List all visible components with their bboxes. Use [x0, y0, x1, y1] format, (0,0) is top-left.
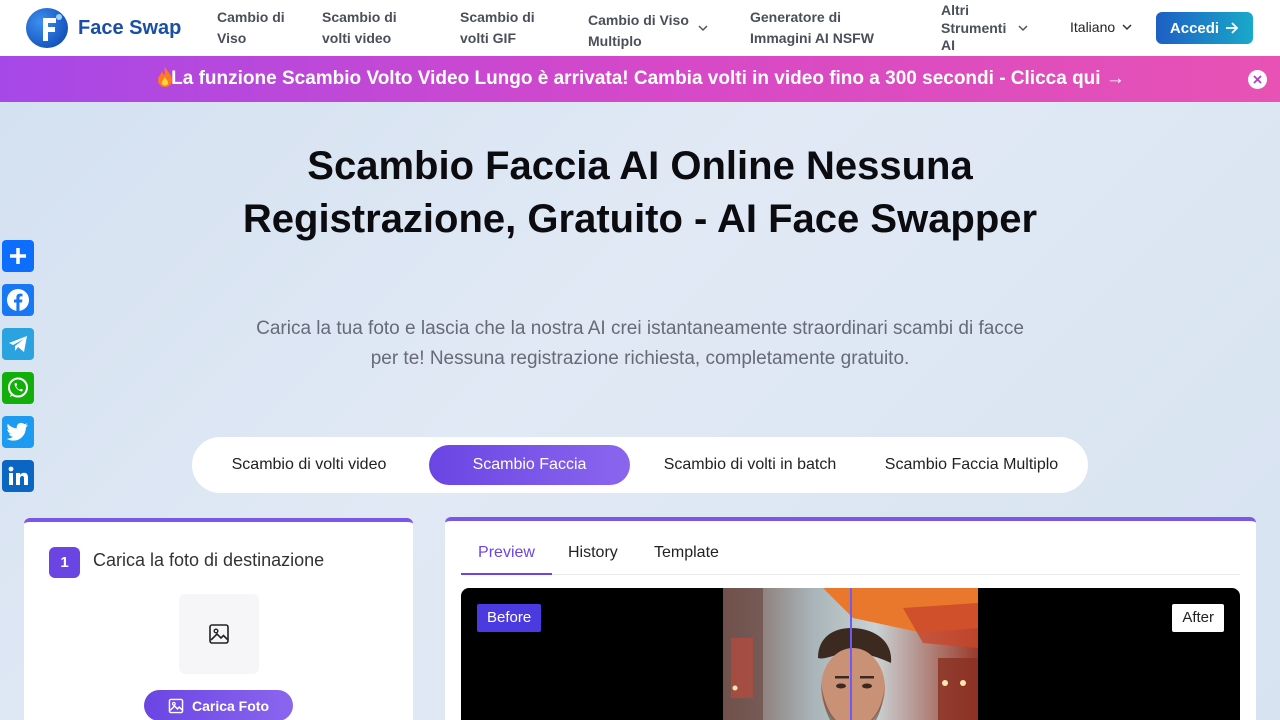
- language-label: Italiano: [1070, 19, 1116, 35]
- tab-video-face-swap[interactable]: Scambio di volti video: [209, 445, 409, 485]
- preview-tab-bar: Preview History Template: [461, 537, 1240, 575]
- banner-text: La funzione Scambio Volto Video Lungo è …: [171, 68, 1125, 89]
- arrow-right-icon: [1226, 22, 1239, 34]
- telegram-icon[interactable]: [2, 328, 34, 360]
- logo-icon: [26, 8, 68, 48]
- page-subtitle: Carica la tua foto e lascia che la nostr…: [256, 318, 1024, 369]
- mode-tab-bar: Scambio di volti video Scambio Faccia Sc…: [192, 437, 1088, 493]
- upload-card-title: Carica la foto di destinazione: [93, 550, 325, 570]
- nav-nsfw-generator[interactable]: Generatore di Immagini AI NSFW: [750, 7, 890, 49]
- image-icon: [209, 624, 229, 644]
- twitter-icon[interactable]: [2, 416, 34, 448]
- language-select[interactable]: Italiano: [1070, 19, 1133, 35]
- whatsapp-icon[interactable]: [2, 372, 34, 404]
- preview-card: Preview History Template Before After: [445, 517, 1256, 720]
- share-icon[interactable]: [2, 240, 34, 272]
- facebook-icon[interactable]: [2, 284, 34, 316]
- after-label: After: [1172, 604, 1224, 632]
- before-after-preview[interactable]: Before After: [461, 588, 1240, 720]
- tab-preview[interactable]: Preview: [461, 537, 552, 575]
- top-header: Face Swap Cambio di Viso Scambio di volt…: [0, 0, 1280, 56]
- upload-photo-label: Carica Foto: [191, 697, 269, 714]
- tab-face-swap[interactable]: Scambio Faccia: [429, 445, 630, 485]
- upload-photo-button[interactable]: Carica Foto: [144, 690, 293, 720]
- nav-face-swap[interactable]: Cambio di Viso: [217, 7, 287, 49]
- chevron-down-icon: [1122, 24, 1132, 31]
- site-logo[interactable]: Face Swap: [26, 8, 181, 48]
- page-title: Scambio Faccia AI Online Nessuna Registr…: [242, 144, 1038, 241]
- tab-template[interactable]: Template: [654, 537, 719, 575]
- nav-multiple-face-swap[interactable]: Cambio di Viso Multiplo: [588, 10, 698, 52]
- upload-target-card: 1 Carica la foto di destinazione Carica …: [24, 518, 413, 720]
- tab-history[interactable]: History: [568, 537, 618, 575]
- close-icon[interactable]: [1248, 70, 1267, 89]
- step-badge: 1: [49, 547, 80, 578]
- brand-name: Face Swap: [78, 16, 182, 39]
- image-placeholder[interactable]: [179, 594, 259, 674]
- nav-gif-face-swap[interactable]: Scambio di volti GIF: [460, 7, 550, 49]
- login-button[interactable]: Accedi: [1156, 12, 1253, 44]
- chevron-down-icon[interactable]: [697, 23, 709, 33]
- comparison-slider-handle[interactable]: [850, 588, 852, 720]
- announcement-banner[interactable]: La funzione Scambio Volto Video Lungo è …: [0, 56, 1280, 102]
- tab-batch-face-swap[interactable]: Scambio di volti in batch: [650, 445, 850, 485]
- before-label: Before: [477, 604, 542, 632]
- login-label: Accedi: [1169, 19, 1220, 37]
- social-share-bar: [2, 240, 34, 504]
- tab-multiple-face-swap[interactable]: Scambio Faccia Multiplo: [870, 445, 1073, 485]
- nav-more-tools[interactable]: Altri Strumenti AI: [941, 2, 1017, 55]
- chevron-down-icon[interactable]: [1017, 23, 1029, 33]
- image-icon: [168, 698, 184, 713]
- linkedin-icon[interactable]: [2, 460, 34, 492]
- nav-video-face-swap[interactable]: Scambio di volti video: [322, 7, 412, 49]
